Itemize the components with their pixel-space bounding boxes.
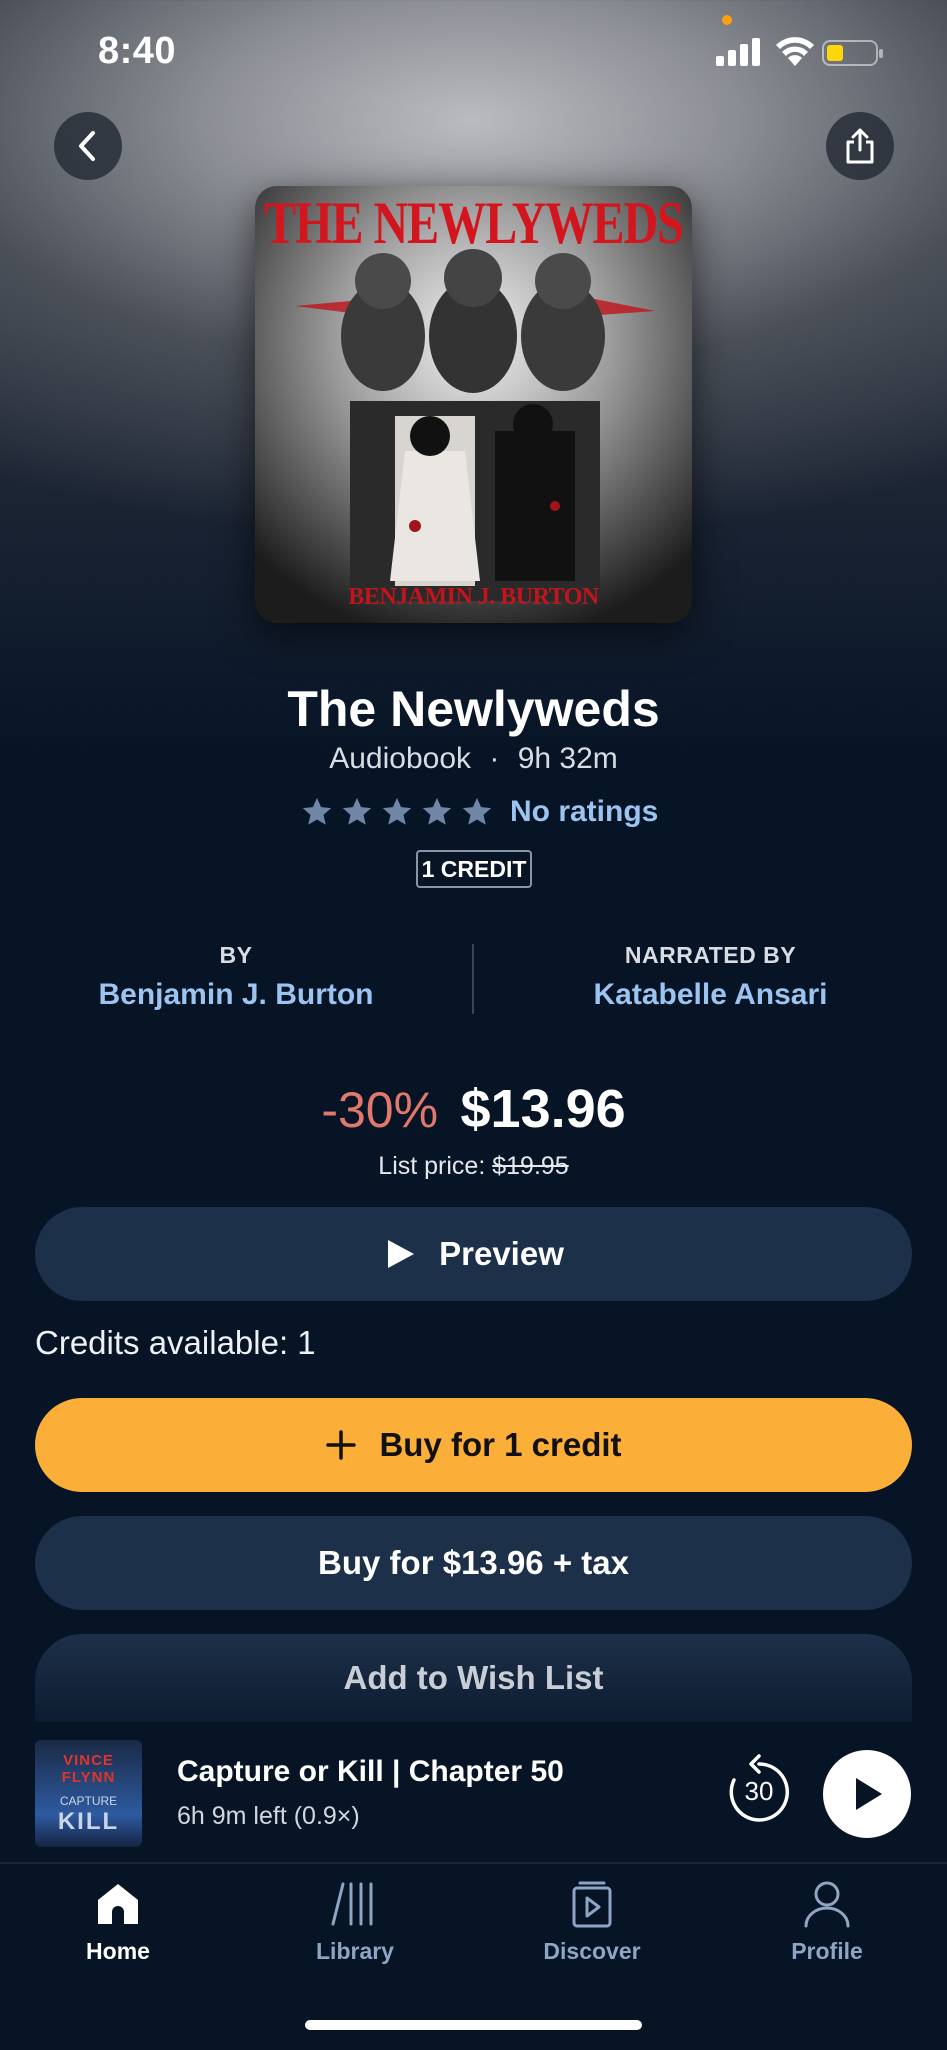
mini-cover-title-2: KILL [57,1808,120,1835]
discover-icon [572,1881,612,1928]
meta-separator: · [489,742,500,775]
share-icon [846,128,874,164]
format-label: Audiobook [329,742,472,775]
tab-profile-label: Profile [791,1938,863,1964]
narrated-by-label: NARRATED BY [624,942,797,968]
book-meta: Audiobook · 9h 32m [0,742,947,776]
wishlist-label: Add to Wish List [343,1659,604,1696]
tab-discover-label: Discover [543,1938,641,1964]
skip-back-30-button[interactable]: 30 [726,1754,792,1824]
mini-cover-author-2: FLYNN [61,1769,116,1786]
list-price-value: $19.95 [492,1152,569,1180]
preview-button[interactable]: Preview [35,1207,912,1301]
ratings-link[interactable]: No ratings [510,795,658,829]
now-playing-title: Capture or Kill | Chapter 50 [177,1755,564,1788]
now-playing-time-left: 6h 9m left (0.9×) [177,1802,360,1830]
add-to-wishlist-button[interactable]: Add to Wish List [35,1634,912,1722]
credit-badge: 1 CREDIT [416,850,532,888]
cover-author-text: BENJAMIN J. BURTON [348,584,599,610]
play-icon [856,1778,882,1810]
buy-with-credit-button[interactable]: Buy for 1 credit [35,1398,912,1492]
mini-player[interactable] [0,1722,947,1862]
duration-label: 9h 32m [517,742,618,775]
plus-icon [326,1430,357,1460]
battery-icon [822,40,883,66]
star-icon [382,797,412,825]
chevron-left-icon [79,131,95,161]
privacy-indicator-dot [722,15,732,25]
rating-row[interactable]: No ratings [300,792,658,832]
star-icon [342,797,372,825]
mini-player-cover[interactable]: VINCE FLYNN CAPTURE KILL [35,1740,142,1847]
tab-home-label: Home [86,1938,150,1964]
cellular-signal-icon [716,38,760,66]
tab-library-label: Library [316,1938,394,1964]
by-label: BY [219,942,253,968]
star-icon [422,797,452,825]
buy-credit-label: Buy for 1 credit [379,1426,622,1463]
status-time: 8:40 [98,30,177,72]
wifi-icon [776,37,814,66]
skip-seconds-label: 30 [744,1776,774,1806]
narrator-link[interactable]: Katabelle Ansari [474,978,947,1012]
profile-icon [804,1881,850,1928]
mini-player-play-button[interactable] [823,1750,911,1838]
book-title: The Newlyweds [287,681,660,737]
preview-label: Preview [439,1235,564,1272]
buy-price-label: Buy for $13.96 + tax [318,1544,629,1581]
tab-library[interactable]: Library [270,1880,440,1965]
tab-profile[interactable]: Profile [742,1880,912,1965]
buy-with-cash-button[interactable]: Buy for $13.96 + tax [35,1516,912,1610]
list-price-label: List price: [378,1152,486,1180]
author-link[interactable]: Benjamin J. Burton [0,978,472,1012]
sale-price: $13.96 [460,1079,626,1139]
library-icon [331,1882,373,1926]
mini-cover-title-1: CAPTURE [59,1794,118,1808]
back-button[interactable] [54,112,122,180]
discount-label: -30% [321,1082,439,1138]
price-row: -30% $13.96 [0,1078,947,1140]
star-icon [462,797,492,825]
share-button[interactable] [826,112,894,180]
list-price-row: List price: $19.95 [0,1152,947,1181]
cover-title-text: THE NEWLYWEDS [264,190,684,257]
home-indicator[interactable] [305,2020,642,2030]
mini-cover-author-1: VINCE [63,1752,114,1769]
tab-discover[interactable]: Discover [507,1880,677,1965]
play-icon [388,1240,415,1268]
credits-available-text: Credits available: 1 [35,1324,316,1361]
book-cover-image[interactable]: THE NEWLYWEDS BENJAMIN J. BURTON [255,186,692,623]
home-icon [98,1884,138,1924]
star-icon [302,797,332,825]
tab-home[interactable]: Home [33,1880,203,1965]
